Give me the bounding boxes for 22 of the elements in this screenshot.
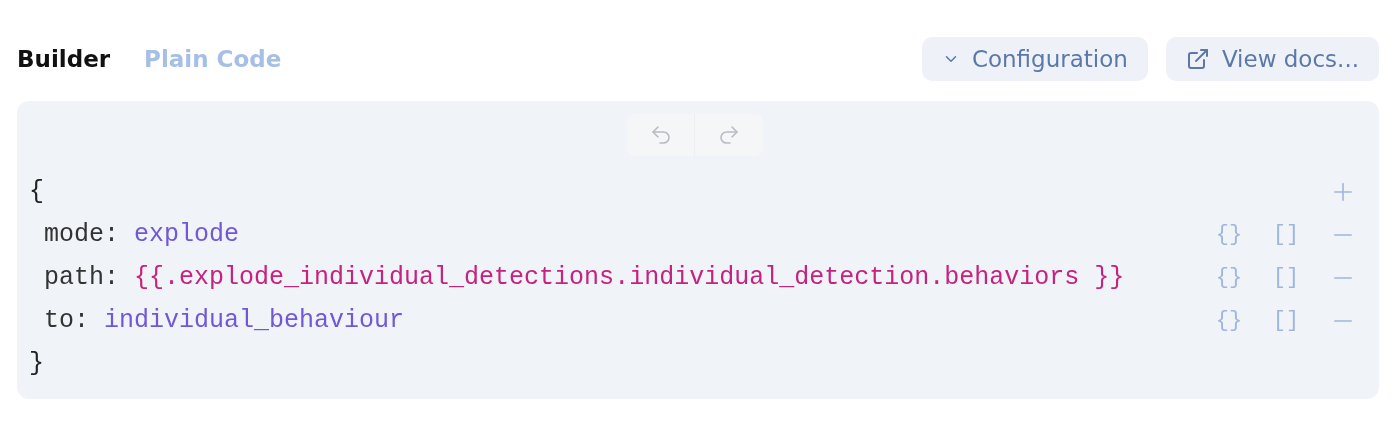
array-button[interactable]: [] (1272, 265, 1300, 290)
field-value: explode (134, 220, 240, 249)
code-brace: { (29, 176, 45, 208)
field-key: to: (44, 306, 90, 335)
field-key: mode: (44, 220, 120, 249)
tab[interactable]: Plain Code (144, 46, 282, 72)
array-button[interactable]: [] (1272, 308, 1300, 333)
field-value: individual_behaviour (104, 306, 405, 335)
redo-button[interactable] (695, 114, 763, 156)
object-button[interactable]: {} (1215, 308, 1243, 333)
configuration-dropdown[interactable]: Configuration (921, 37, 1148, 81)
field-value: {{.explode_individual_detections.individual_detection.behaviors }} (134, 263, 1125, 292)
array-button[interactable]: [] (1272, 222, 1300, 247)
object-button[interactable]: {} (1215, 222, 1243, 247)
field-key: path: (44, 263, 120, 292)
redo-icon (717, 123, 741, 147)
external-link-icon (1185, 47, 1210, 71)
code-brace: } (29, 348, 45, 380)
undo-button[interactable] (627, 114, 695, 156)
docs-button[interactable]: View docs... (1165, 37, 1379, 81)
tab[interactable]: Builder (17, 46, 111, 72)
object-button[interactable]: {} (1215, 265, 1243, 290)
